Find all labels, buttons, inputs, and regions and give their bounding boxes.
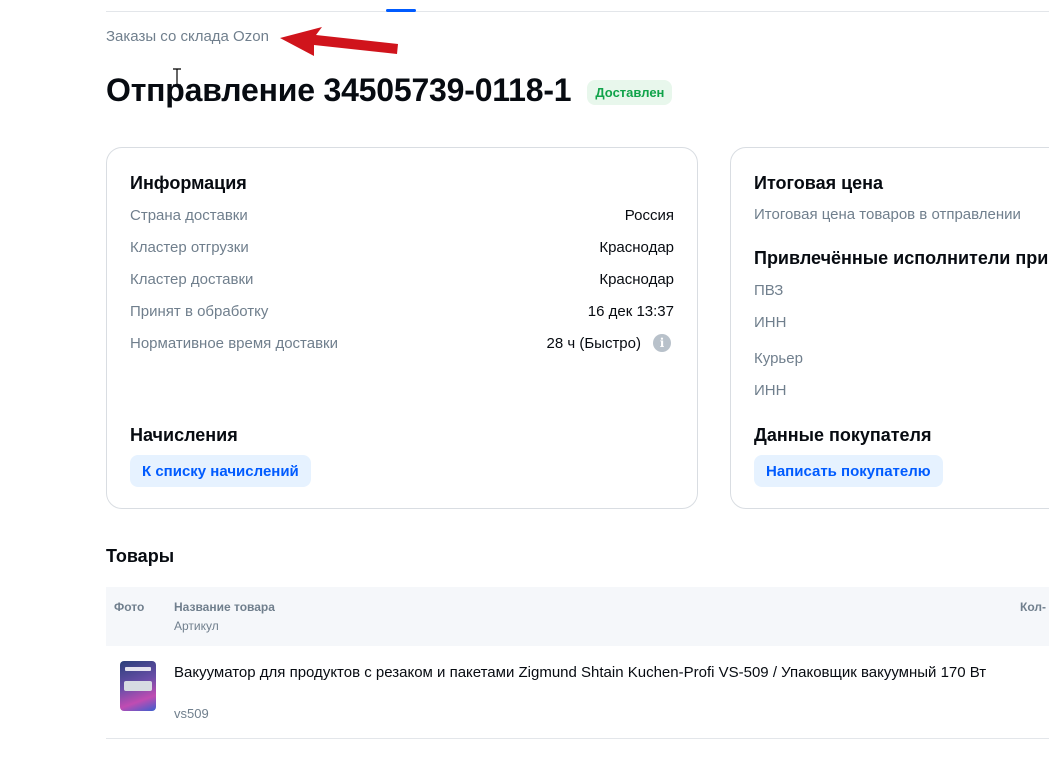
goods-title: Товары <box>106 546 175 566</box>
title-row: Отправление 34505739-0118-1 Доставлен <box>106 72 673 109</box>
product-photo-device <box>124 681 152 691</box>
status-badge: Доставлен <box>587 80 673 105</box>
price-card-title: Итоговая цена <box>754 173 884 193</box>
info-card-title: Информация <box>130 173 247 193</box>
info-row-delivery-cluster: Кластер доставки Краснодар <box>130 269 674 289</box>
info-row-label: Страна доставки <box>130 206 248 224</box>
courier-label: Курьер <box>754 350 803 367</box>
product-name-link[interactable]: Вакууматор для продуктов с резаком и пак… <box>174 663 1004 683</box>
write-buyer-button[interactable]: Написать покупателю <box>754 455 943 487</box>
product-photo-label <box>125 667 151 671</box>
info-row-label: Принят в обработку <box>130 302 269 320</box>
info-row-value: 28 ч (Быстро) <box>546 334 641 352</box>
top-divider <box>106 11 1049 12</box>
info-row-value: Россия <box>624 206 674 224</box>
info-row-country: Страна доставки Россия <box>130 205 674 225</box>
column-photo: Фото <box>114 600 145 614</box>
buyer-title: Данные покупателя <box>754 425 932 445</box>
info-row-value-wrap: 28 ч (Быстро) i <box>546 334 674 352</box>
table-row: Вакууматор для продуктов с резаком и пак… <box>106 647 1049 739</box>
info-row-label: Кластер доставки <box>130 270 254 288</box>
info-row-value: Краснодар <box>599 270 674 288</box>
pvz-label: ПВЗ <box>754 282 784 299</box>
courier-inn-label: ИНН <box>754 382 787 399</box>
product-sku: vs509 <box>174 706 209 721</box>
price-card: Итоговая цена Итоговая цена товаров в от… <box>730 147 1049 509</box>
info-row-value: 16 дек 13:37 <box>587 302 674 320</box>
info-card: Информация Страна доставки Россия Класте… <box>106 147 698 509</box>
breadcrumb-link[interactable]: Заказы со склада Ozon <box>106 28 269 45</box>
info-row-delivery-time: Нормативное время доставки 28 ч (Быстро)… <box>130 333 674 353</box>
goods-table-header: Фото Название товара Артикул Кол- <box>106 587 1049 646</box>
pvz-inn-label: ИНН <box>754 314 787 331</box>
page-title: Отправление 34505739-0118-1 <box>106 72 572 108</box>
column-quantity: Кол- <box>1020 600 1046 614</box>
info-row-value: Краснодар <box>599 238 674 256</box>
info-row-accepted: Принят в обработку 16 дек 13:37 <box>130 301 674 321</box>
accruals-list-button[interactable]: К списку начислений <box>130 455 311 487</box>
product-photo[interactable] <box>120 661 156 711</box>
info-row-shipment-cluster: Кластер отгрузки Краснодар <box>130 237 674 257</box>
info-row-label: Нормативное время доставки <box>130 334 339 352</box>
info-icon[interactable]: i <box>653 334 671 352</box>
column-sku: Артикул <box>174 619 219 633</box>
annotation-arrow-icon <box>280 27 398 56</box>
accruals-title: Начисления <box>130 425 238 445</box>
column-name: Название товара <box>174 600 275 614</box>
price-subtitle: Итоговая цена товаров в отправлении <box>754 206 1021 223</box>
active-tab-indicator <box>386 9 416 12</box>
executors-title: Привлечённые исполнители при <box>754 248 1049 268</box>
info-row-label: Кластер отгрузки <box>130 238 249 256</box>
